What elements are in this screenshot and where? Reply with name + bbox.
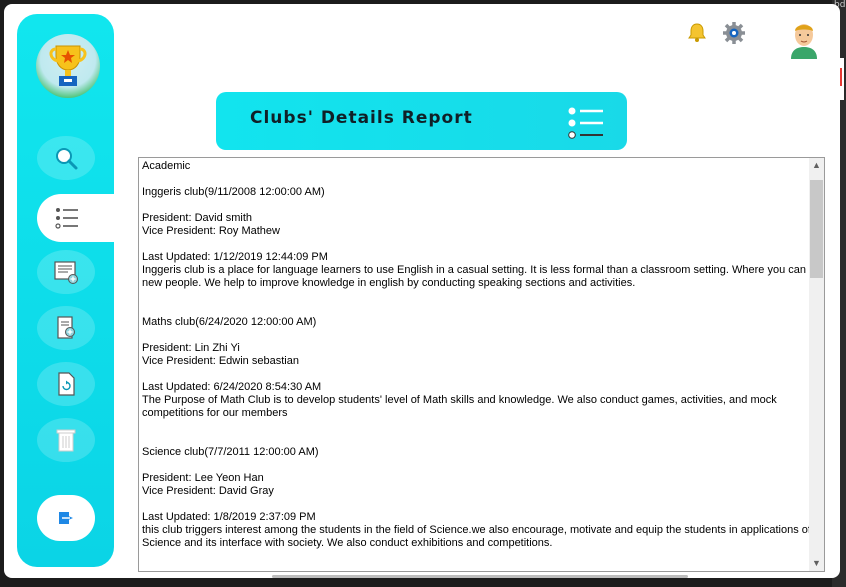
app-window: Clubs' Details Report Academic Inggeris c… [4, 4, 840, 578]
report-line: Last Updated: 1/12/2019 12:44:09 PM [142, 251, 328, 263]
document-add-icon [54, 261, 78, 284]
report-line: President: Lin Zhi Yi [142, 342, 240, 354]
report-line [142, 173, 807, 186]
report-line [142, 433, 807, 446]
report-line [142, 368, 807, 381]
user-avatar-button[interactable] [789, 19, 819, 64]
exit-button[interactable] [37, 495, 95, 541]
bell-icon [688, 23, 706, 42]
sidebar-item-report[interactable] [37, 194, 132, 242]
report-line: Last Updated: 1/8/2019 2:37:09 PM [142, 511, 316, 523]
report-line [142, 459, 807, 472]
scroll-thumb[interactable] [810, 180, 823, 278]
notifications-button[interactable] [688, 22, 706, 47]
report-list-icon [568, 107, 603, 139]
report-line: new people. We help to improve knowledge… [142, 277, 636, 289]
report-line [142, 420, 807, 433]
report-line [142, 498, 807, 511]
exit-icon [59, 512, 73, 524]
report-content: Academic Inggeris club(9/11/2008 12:00:00… [142, 160, 825, 550]
report-line [142, 199, 807, 212]
report-line: President: David smith [142, 212, 253, 224]
report-line [142, 303, 807, 316]
trash-icon [56, 429, 76, 452]
sidebar-item-delete[interactable] [37, 418, 95, 462]
sidebar-item-add-member[interactable] [37, 306, 95, 350]
sidebar-item-update[interactable] [37, 362, 95, 406]
report-line: President: Lee Yeon Han [142, 472, 264, 484]
report-line: Vice President: Roy Mathew [142, 225, 280, 237]
report-line: Inggeris club(9/11/2008 12:00:00 AM) [142, 186, 325, 198]
report-line: this club triggers interest among the st… [142, 524, 811, 536]
horizontal-scroll-indicator [272, 575, 688, 578]
settings-button[interactable] [722, 21, 746, 50]
report-line: Vice President: Edwin sebastian [142, 355, 299, 367]
sidebar-item-search[interactable] [37, 136, 95, 180]
report-line: Science and its interface with society. … [142, 537, 553, 549]
report-textbox[interactable]: Academic Inggeris club(9/11/2008 12:00:00… [138, 157, 825, 572]
vertical-scrollbar[interactable]: ▲ ▼ [809, 158, 824, 571]
file-add-icon [57, 316, 75, 339]
report-line: Vice President: David Gray [142, 485, 274, 497]
report-line: The Purpose of Math Club is to develop s… [142, 394, 777, 406]
report-line [142, 329, 807, 342]
trophy-icon [36, 34, 100, 98]
gear-icon [723, 22, 745, 44]
report-line [142, 238, 807, 251]
page-title: Clubs' Details Report [250, 108, 473, 128]
list-icon [54, 208, 78, 229]
report-title-banner: Clubs' Details Report [216, 92, 627, 150]
user-avatar-icon [791, 24, 817, 59]
report-line: competitions for our members [142, 407, 288, 419]
report-line: Inggeris club is a place for language le… [142, 264, 825, 276]
report-line [142, 290, 807, 303]
scroll-up-icon[interactable]: ▲ [809, 158, 824, 173]
report-line: Science club(7/7/2011 12:00:00 AM) [142, 446, 319, 458]
report-line: Maths club(6/24/2020 12:00:00 AM) [142, 316, 317, 328]
scroll-down-icon[interactable]: ▼ [809, 556, 824, 571]
report-line: Last Updated: 6/24/2020 8:54:30 AM [142, 381, 322, 393]
file-refresh-icon [58, 372, 75, 396]
sidebar-item-add-record[interactable] [37, 250, 95, 294]
report-line: Academic [142, 160, 191, 172]
sidebar [17, 14, 132, 567]
magnifier-icon [56, 148, 78, 170]
